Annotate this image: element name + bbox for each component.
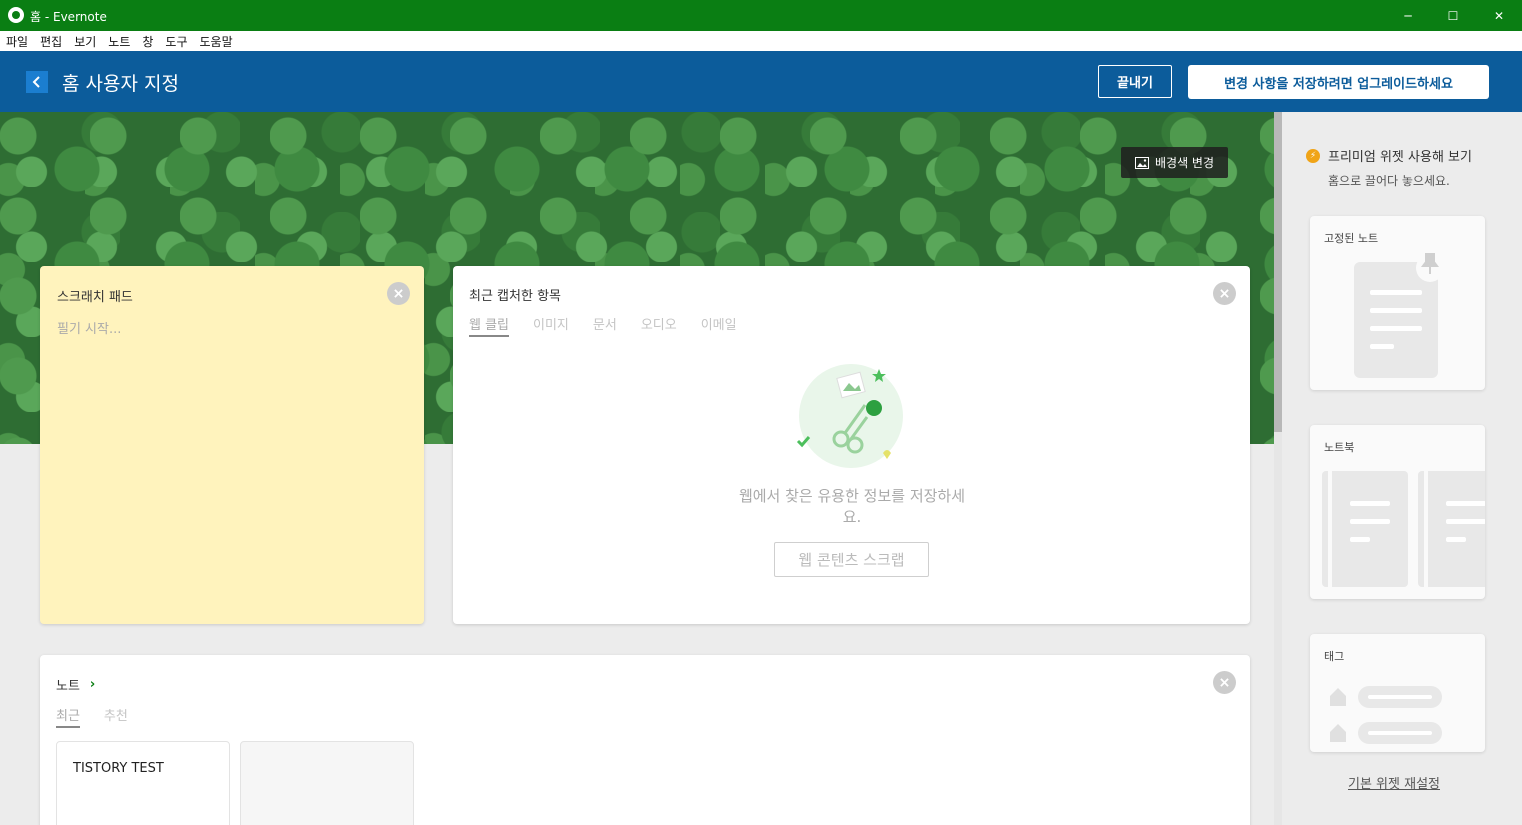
tab-images[interactable]: 이미지 [533, 314, 569, 337]
tags-widget-card[interactable]: 태그 [1310, 634, 1485, 752]
tab-documents[interactable]: 문서 [593, 314, 617, 337]
menu-help[interactable]: 도움말 [194, 33, 239, 50]
recent-empty-message: 웹에서 찾은 유용한 정보를 저장하세요. [738, 487, 966, 526]
change-background-label: 배경색 변경 [1154, 156, 1214, 170]
recent-captures-widget: 최근 캡처한 항목 웹 클립 이미지 문서 오디오 이메일 웹에서 찾은 유용한… [453, 266, 1250, 624]
notebook-icon [1322, 471, 1485, 587]
pinned-note-card-title: 고정된 노트 [1324, 232, 1379, 245]
tag-icon [1330, 686, 1442, 744]
menu-file[interactable]: 파일 [0, 33, 34, 50]
evernote-logo-icon [8, 7, 24, 23]
notes-title[interactable]: 노트 › [56, 675, 95, 694]
tab-recent[interactable]: 최근 [56, 705, 80, 728]
close-window-button[interactable]: ✕ [1476, 0, 1522, 31]
scratchpad-remove-button[interactable] [387, 282, 410, 305]
title-bar: 홈 - Evernote ─ ☐ ✕ [0, 0, 1522, 31]
page-title: 홈 사용자 지정 [62, 73, 179, 95]
menu-bar: 파일 편집 보기 노트 창 도구 도움말 [0, 31, 1522, 51]
close-icon [394, 289, 403, 298]
web-clip-illustration-icon [796, 364, 903, 468]
scratchpad-title: 스크래치 패드 [57, 290, 133, 305]
recent-captures-tabs: 웹 클립 이미지 문서 오디오 이메일 [469, 314, 737, 337]
pinned-note-widget-card[interactable]: 고정된 노트 [1310, 216, 1485, 390]
chevron-left-icon [32, 76, 40, 88]
upgrade-button[interactable]: 변경 사항을 저장하려면 업그레이드하세요 [1188, 65, 1489, 99]
change-background-button[interactable]: 배경색 변경 [1121, 147, 1228, 178]
done-button[interactable]: 끝내기 [1098, 65, 1172, 98]
menu-tools[interactable]: 도구 [159, 33, 193, 50]
close-icon [1220, 678, 1229, 687]
chevron-right-icon: › [89, 677, 96, 692]
close-icon: ✕ [1493, 8, 1505, 23]
menu-edit[interactable]: 편집 [34, 33, 68, 50]
main-scrollbar[interactable] [1274, 112, 1282, 825]
notes-widget: 노트 › 최근 추천 TISTORY TEST [40, 655, 1250, 825]
notebook-widget-card[interactable]: 노트북 [1310, 425, 1485, 599]
home-main: 배경색 변경 스크래치 패드 필기 시작... 최근 캡처한 항목 웹 클립 이… [0, 112, 1282, 825]
menu-note[interactable]: 노트 [102, 33, 136, 50]
clip-web-content-button[interactable]: 웹 콘텐츠 스크랩 [774, 542, 929, 577]
notes-remove-button[interactable] [1213, 671, 1236, 694]
tags-card-title: 태그 [1324, 650, 1345, 663]
notebook-card-title: 노트북 [1324, 441, 1355, 454]
scratchpad-widget: 스크래치 패드 필기 시작... [40, 266, 424, 624]
note-card-title: TISTORY TEST [73, 761, 164, 776]
premium-widgets-sidebar: ⚡ 프리미엄 위젯 사용해 보기 홈으로 끌어다 놓으세요. 고정된 노트 노트… [1282, 112, 1522, 825]
image-icon [1134, 156, 1149, 169]
maximize-button[interactable]: ☐ [1430, 0, 1476, 31]
customize-header: 홈 사용자 지정 끝내기 변경 사항을 저장하려면 업그레이드하세요 [0, 51, 1522, 112]
scratchpad-input[interactable]: 필기 시작... [57, 318, 121, 337]
lightning-icon: ⚡ [1306, 148, 1320, 163]
tab-email[interactable]: 이메일 [701, 314, 737, 337]
premium-header: ⚡ 프리미엄 위젯 사용해 보기 [1306, 146, 1472, 165]
back-button[interactable] [26, 71, 48, 93]
tab-audio[interactable]: 오디오 [641, 314, 677, 337]
tab-suggested[interactable]: 추천 [104, 705, 128, 728]
premium-subtitle: 홈으로 끌어다 놓으세요. [1328, 174, 1450, 188]
recent-captures-title: 최근 캡처한 항목 [469, 289, 561, 304]
window-title: 홈 - Evernote [30, 10, 107, 24]
minimize-button[interactable]: ─ [1385, 0, 1431, 31]
tab-web-clip[interactable]: 웹 클립 [469, 314, 510, 337]
note-card-placeholder [240, 741, 414, 825]
close-icon [1220, 289, 1229, 298]
menu-window[interactable]: 창 [136, 33, 159, 50]
scrollbar-thumb[interactable] [1274, 112, 1282, 432]
notes-tabs: 최근 추천 [56, 705, 128, 728]
notes-title-label: 노트 [56, 679, 80, 694]
recent-captures-remove-button[interactable] [1213, 282, 1236, 305]
maximize-icon: ☐ [1447, 8, 1459, 23]
menu-view[interactable]: 보기 [68, 33, 102, 50]
minimize-icon: ─ [1404, 8, 1412, 23]
pinned-note-icon [1354, 253, 1444, 378]
premium-title: 프리미엄 위젯 사용해 보기 [1328, 150, 1472, 165]
note-card[interactable]: TISTORY TEST [56, 741, 230, 825]
reset-widgets-link[interactable]: 기본 위젯 재설정 [1348, 773, 1440, 792]
